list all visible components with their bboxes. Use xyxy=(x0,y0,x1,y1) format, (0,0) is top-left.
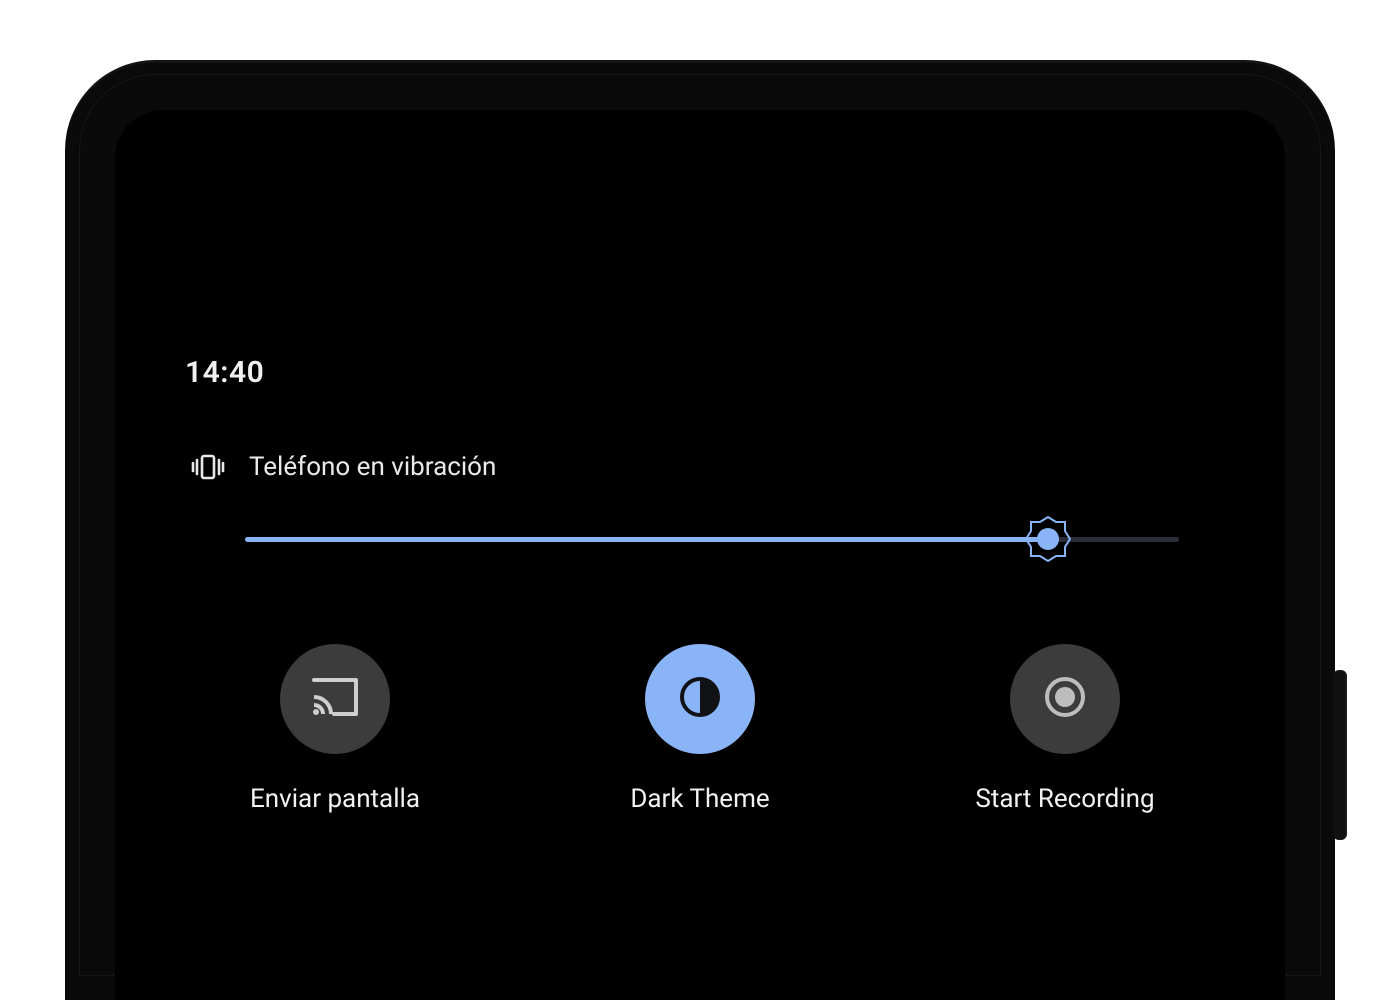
brightness-slider-fill xyxy=(245,537,1048,542)
status-bar-time: 14:40 xyxy=(185,355,264,390)
tile-dark-theme-button[interactable] xyxy=(645,644,755,754)
ringer-mode-label: Teléfono en vibración xyxy=(249,452,496,482)
tile-dark-theme-label: Dark Theme xyxy=(630,784,769,814)
ringer-mode-row[interactable]: Teléfono en vibración xyxy=(191,452,496,482)
power-button[interactable] xyxy=(1333,670,1347,840)
tile-cast-button[interactable] xyxy=(280,644,390,754)
tile-record: Start Recording xyxy=(935,644,1195,814)
phone-device: 14:40 Teléfono en vibración xyxy=(65,60,1335,1000)
vibrate-icon xyxy=(191,452,225,482)
dark-theme-icon xyxy=(677,674,723,724)
quick-settings-tiles: Enviar pantalla Dark Theme xyxy=(205,644,1195,814)
tile-cast: Enviar pantalla xyxy=(205,644,465,814)
tile-record-label: Start Recording xyxy=(975,784,1154,814)
cast-icon xyxy=(308,674,362,724)
screen: 14:40 Teléfono en vibración xyxy=(115,110,1285,1000)
brightness-slider-thumb[interactable] xyxy=(1025,516,1071,562)
record-icon xyxy=(1042,674,1088,724)
tile-record-button[interactable] xyxy=(1010,644,1120,754)
tile-dark-theme: Dark Theme xyxy=(570,644,830,814)
tile-cast-label: Enviar pantalla xyxy=(250,784,420,814)
